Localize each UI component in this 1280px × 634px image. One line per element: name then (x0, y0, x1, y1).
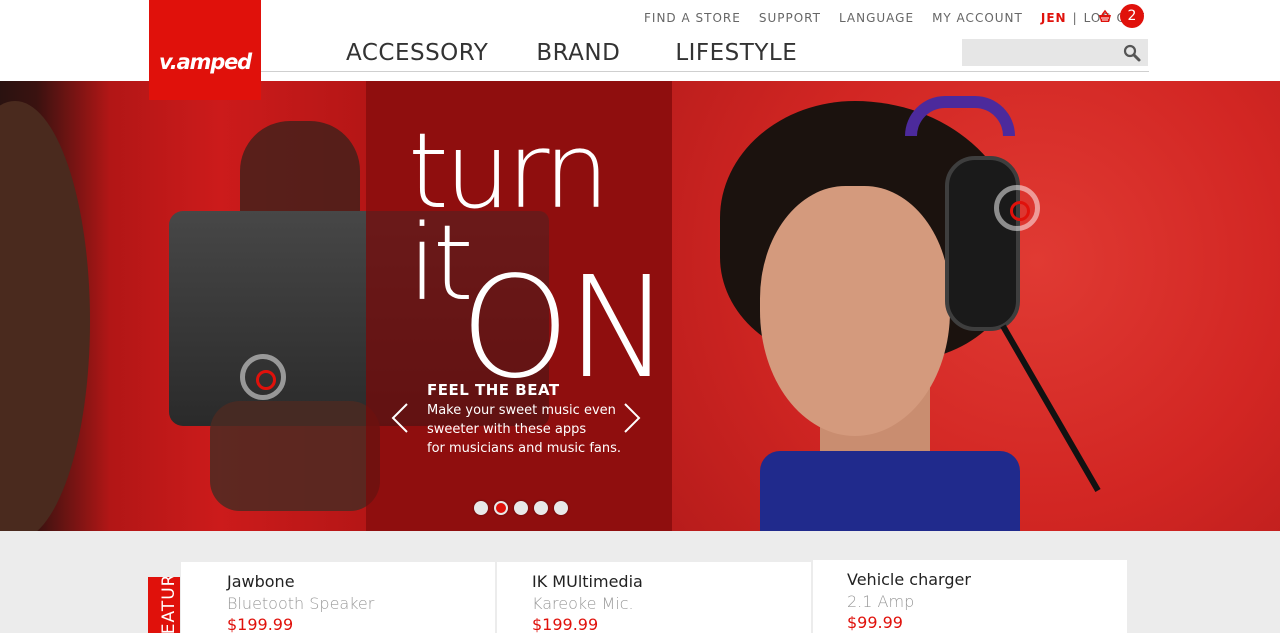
slide-line-3: for musicians and music fans. (427, 441, 622, 456)
nav-lifestyle[interactable]: LIFESTYLE (675, 40, 797, 66)
search-input[interactable] (962, 39, 1112, 66)
product-price: $199.99 (532, 615, 599, 634)
slide-caption: FEEL THE BEAT Make your sweet music even… (427, 381, 627, 458)
product-card[interactable]: IK MUltimedia Kareoke Mic. $199.99 (497, 562, 811, 634)
slide-dot-4[interactable] (534, 501, 548, 515)
brand-logo[interactable]: v.amped (149, 0, 261, 100)
slide-title: FEEL THE BEAT (427, 381, 560, 399)
logo-text: v.amped (159, 50, 252, 74)
nav-accessory[interactable]: ACCESSORY (346, 40, 488, 66)
support-link[interactable]: SUPPORT (759, 11, 821, 25)
product-price: $199.99 (227, 615, 294, 634)
slide-dot-1[interactable] (474, 501, 488, 515)
hero-carousel: turn it ON FEEL THE BEAT Make your sweet… (0, 81, 1280, 531)
find-store-link[interactable]: FIND A STORE (644, 11, 741, 25)
cart-count-badge[interactable]: 2 (1120, 4, 1144, 28)
site-header: v.amped FIND A STORE SUPPORT LANGUAGE MY… (0, 0, 1280, 100)
main-nav: ACCESSORY BRAND LIFESTYLE (330, 40, 797, 66)
product-subtitle: 2.1 Amp (847, 592, 915, 611)
utility-nav: FIND A STORE SUPPORT LANGUAGE MY ACCOUNT… (626, 11, 1145, 25)
chevron-right-icon (624, 403, 641, 433)
search-box (962, 39, 1148, 66)
slide-dot-5[interactable] (554, 501, 568, 515)
product-name: Jawbone (227, 572, 295, 591)
chevron-left-icon (391, 403, 408, 433)
basket-icon[interactable] (1097, 9, 1113, 25)
next-slide-button[interactable] (620, 401, 644, 435)
language-link[interactable]: LANGUAGE (839, 11, 914, 25)
product-subtitle: Kareoke Mic. (532, 594, 634, 613)
product-name: IK MUltimedia (532, 572, 643, 591)
featured-tab: FEATURED (148, 577, 180, 633)
slide-line-2: sweeter with these apps (427, 422, 587, 437)
slide-dot-3[interactable] (514, 501, 528, 515)
hotspot-speaker[interactable] (240, 354, 286, 400)
hotspot-headphones[interactable] (994, 185, 1040, 231)
product-price: $99.99 (847, 613, 903, 632)
woman-face-image (760, 186, 950, 436)
nav-divider (261, 71, 1149, 72)
headphone-earcup-image (945, 156, 1020, 331)
slide-dots (474, 501, 574, 515)
woman-dress-image (760, 451, 1020, 531)
nav-brand[interactable]: BRAND (536, 40, 620, 66)
my-account-link[interactable]: MY ACCOUNT (932, 11, 1023, 25)
product-name: Vehicle charger (847, 570, 971, 589)
product-card[interactable]: Jawbone Bluetooth Speaker $199.99 (181, 562, 495, 634)
slide-dot-2[interactable] (494, 501, 508, 515)
user-name[interactable]: JEN (1041, 11, 1067, 25)
prev-slide-button[interactable] (388, 401, 412, 435)
hand-image-bottom (210, 401, 380, 511)
magnifier-icon[interactable] (1122, 43, 1142, 63)
featured-label: FEATURED (159, 577, 179, 633)
headline-word-3: ON (460, 247, 671, 410)
product-card[interactable]: Vehicle charger 2.1 Amp $99.99 (813, 560, 1127, 633)
slide-line-1: Make your sweet music even (427, 403, 616, 418)
product-subtitle: Bluetooth Speaker (227, 594, 375, 613)
utility-separator: | (1072, 11, 1078, 25)
featured-products: FEATURED Jawbone Bluetooth Speaker $199.… (0, 531, 1280, 634)
